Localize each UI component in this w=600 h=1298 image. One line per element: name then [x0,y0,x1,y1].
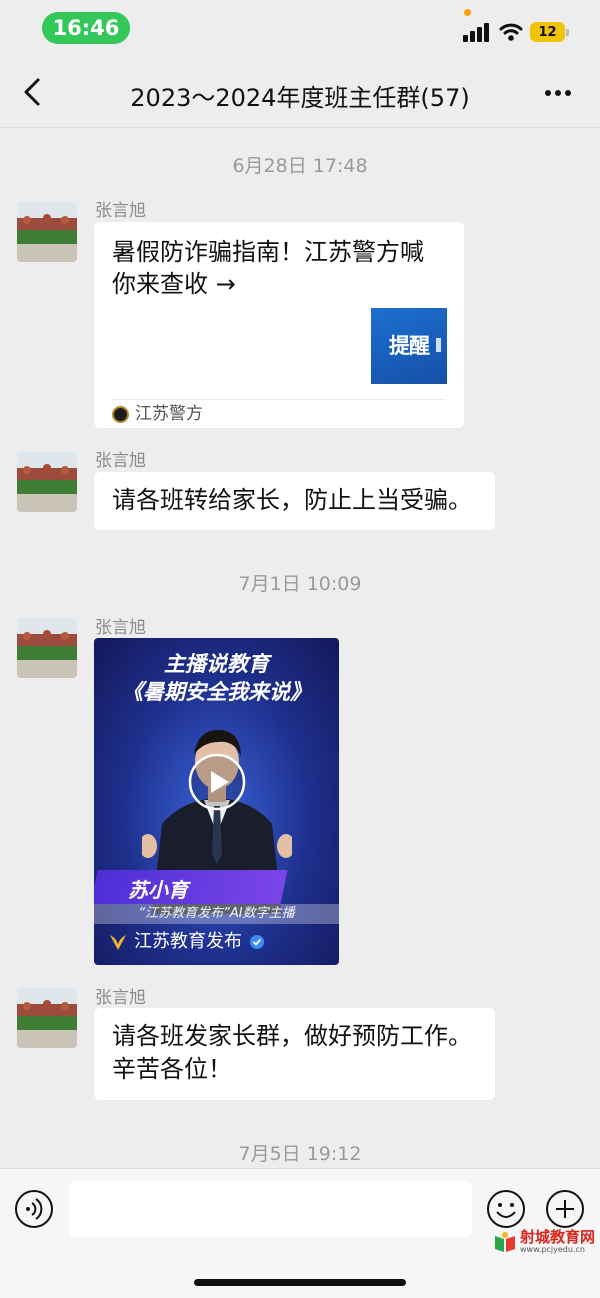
video-subtitle: 《暑期安全我来说》 [122,680,311,704]
video-message[interactable]: 主播说教育 《暑期安全我来说》 苏小育 “江苏教育发布”AI数字主播 江苏教育发… [94,638,339,965]
privacy-indicator-icon [464,9,471,16]
chat-timestamp: 6月28日 17:48 [232,155,368,177]
play-icon[interactable] [187,752,247,812]
avatar-garden-image [17,618,77,678]
battery-level: 12 [530,22,565,42]
presenter-subtitle: “江苏教育发布”AI数字主播 [138,906,295,921]
back-icon[interactable] [16,74,50,110]
book-logo-icon [495,1232,515,1252]
chat-title: 2023～2024年度班主任群(57) [130,84,470,112]
avatar-garden-image [17,202,77,262]
home-indicator[interactable] [194,1279,406,1286]
avatar-garden-image [17,988,77,1048]
link-card-thumbnail: 提醒 [371,308,447,384]
link-card-source: 江苏警方 [135,404,203,424]
police-badge-icon [112,406,129,423]
text-message[interactable]: 请各班发家长群，做好预防工作。 辛苦各位！ [94,1008,495,1100]
video-title: 主播说教育 [164,652,269,676]
avatar-garden-image [17,452,77,512]
thumbnail-text: 提醒 [389,333,430,358]
sender-name: 张言旭 [95,201,146,221]
link-card-title: 暑假防诈骗指南！江苏警方喊你来查收 → [112,238,424,298]
video-channel-name: 江苏教育发布 [134,931,242,952]
sender-name: 张言旭 [95,451,146,471]
status-time: 16:46 [42,12,130,44]
link-card[interactable]: 暑假防诈骗指南！江苏警方喊你来查收 → 提醒 江苏警方 [94,222,464,428]
message-text-line: 请各班发家长群，做好预防工作。 [112,1022,472,1050]
chat-timestamp: 7月5日 19:12 [238,1143,362,1165]
plus-icon[interactable] [545,1189,585,1229]
avatar[interactable] [17,452,77,512]
message-text: 请各班转给家长，防止上当受骗。 [112,486,472,514]
emoji-icon[interactable] [486,1189,526,1229]
wifi-icon [499,23,523,41]
avatar[interactable] [17,202,77,262]
message-input[interactable] [69,1181,472,1237]
chat-timestamp: 7月1日 10:09 [238,573,362,595]
status-bar: 16:46 12 [0,0,600,56]
watermark-title: 射城教育网 [520,1228,596,1246]
cellular-signal-icon [463,23,489,42]
presenter-name: 苏小育 [128,878,188,902]
message-text-line: 辛苦各位！ [112,1055,232,1083]
avatar[interactable] [17,988,77,1048]
more-options-icon[interactable] [538,78,578,108]
watermark-url: www.pcjyedu.cn [520,1245,585,1254]
battery-icon: 12 [530,22,570,42]
avatar[interactable] [17,618,77,678]
site-watermark: 射城教育网 www.pcjyedu.cn [494,1229,598,1255]
sender-name: 张言旭 [95,988,146,1008]
chat-header: 2023～2024年度班主任群(57) [0,56,600,128]
text-message[interactable]: 请各班转给家长，防止上当受骗。 [94,472,495,530]
verified-badge-icon [250,935,264,949]
channel-logo-icon [110,935,126,950]
voice-input-icon[interactable] [14,1189,54,1229]
sender-name: 张言旭 [95,618,146,638]
